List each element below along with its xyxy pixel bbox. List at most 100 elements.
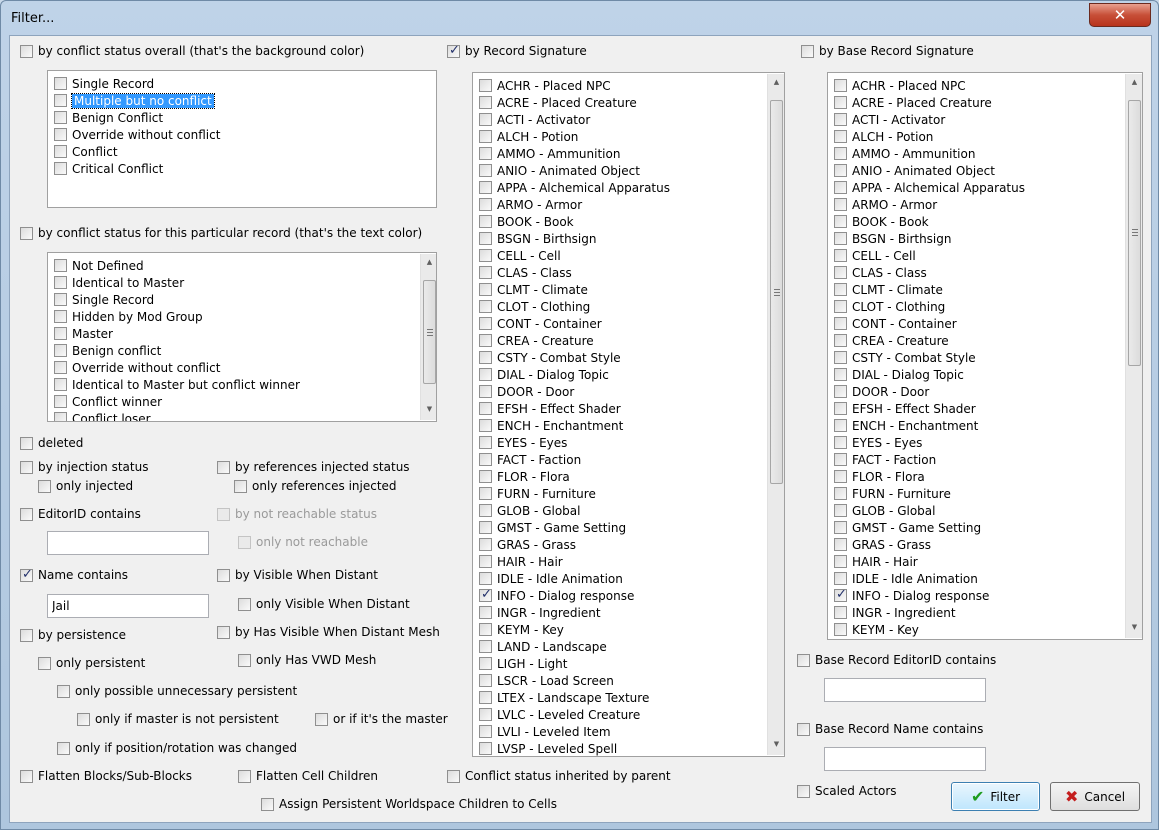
list-item[interactable]: FLOR - Flora xyxy=(479,468,570,485)
list-item[interactable]: ENCH - Enchantment xyxy=(479,417,623,434)
checkbox-box[interactable] xyxy=(479,453,492,466)
list-item[interactable]: FURN - Furniture xyxy=(479,485,596,502)
checkbox-box[interactable] xyxy=(479,266,492,279)
list-item[interactable]: DOOR - Door xyxy=(834,383,929,400)
checkbox-box[interactable] xyxy=(479,164,492,177)
checkbox-box[interactable] xyxy=(479,436,492,449)
checkbox-box[interactable] xyxy=(834,419,847,432)
checkbox-box[interactable] xyxy=(479,587,492,602)
list-item[interactable]: GRAS - Grass xyxy=(479,536,576,553)
checkbox-box[interactable] xyxy=(834,623,847,636)
list-item[interactable]: CLAS - Class xyxy=(834,264,927,281)
list-item[interactable]: INGR - Ingredient xyxy=(834,604,956,621)
list-item[interactable]: IDLE - Idle Animation xyxy=(479,570,623,587)
flatten-blocks-checkbox[interactable]: Flatten Blocks/Sub-Blocks xyxy=(20,769,192,783)
list-item[interactable]: Conflict loser xyxy=(54,410,151,421)
list-item[interactable]: ARMO - Armor xyxy=(834,196,937,213)
checkbox-box[interactable] xyxy=(479,368,492,381)
checkbox-box[interactable] xyxy=(834,436,847,449)
checkbox-box[interactable] xyxy=(54,361,67,374)
list-item[interactable]: DIAL - Dialog Topic xyxy=(834,366,964,383)
record-signature-list[interactable]: ACHR - Placed NPC ACRE - Placed Creature A… xyxy=(472,72,785,757)
list-item[interactable]: LVSP - Leveled Spell xyxy=(479,740,617,756)
checkbox-box[interactable] xyxy=(834,504,847,517)
checkbox-box[interactable] xyxy=(54,77,67,90)
checkbox-box[interactable] xyxy=(479,147,492,160)
list-item[interactable]: DIAL - Dialog Topic xyxy=(479,366,609,383)
checkbox-box[interactable] xyxy=(479,79,492,92)
scroll-down-arrow-icon[interactable]: ▼ xyxy=(768,736,784,753)
checkbox-box[interactable] xyxy=(479,691,492,704)
checkbox-box[interactable] xyxy=(834,317,847,330)
checkbox-box[interactable] xyxy=(479,538,492,551)
checkbox-box[interactable] xyxy=(479,504,492,517)
checkbox-box[interactable] xyxy=(54,145,67,158)
list-item[interactable]: ACRE - Placed Creature xyxy=(479,94,637,111)
checkbox-box[interactable] xyxy=(479,113,492,126)
list-item[interactable]: BSGN - Birthsign xyxy=(479,230,597,247)
checkbox-box[interactable] xyxy=(479,402,492,415)
checkbox-box[interactable] xyxy=(479,521,492,534)
list-item[interactable]: Override without conflict xyxy=(54,359,220,376)
list-item[interactable]: KEYM - Key xyxy=(834,621,919,638)
list-item[interactable]: ENCH - Enchantment xyxy=(834,417,978,434)
checkbox-box[interactable] xyxy=(834,351,847,364)
visible-when-distant-checkbox[interactable]: by Visible When Distant xyxy=(217,568,378,582)
checkbox-box[interactable] xyxy=(834,198,847,211)
scroll-up-arrow-icon[interactable]: ▲ xyxy=(1126,74,1142,91)
checkbox-box[interactable] xyxy=(834,606,847,619)
checkbox-box[interactable] xyxy=(834,215,847,228)
list-item[interactable]: APPA - Alchemical Apparatus xyxy=(479,179,670,196)
close-button[interactable]: ✕ xyxy=(1089,3,1151,27)
checkbox-box[interactable] xyxy=(834,181,847,194)
checkbox-box[interactable] xyxy=(834,453,847,466)
list-item[interactable]: CLMT - Climate xyxy=(834,281,943,298)
scaled-actors-checkbox[interactable]: Scaled Actors xyxy=(797,784,897,798)
list-item[interactable]: Hidden by Mod Group xyxy=(54,308,203,325)
checkbox-box[interactable] xyxy=(479,623,492,636)
checkbox-box[interactable] xyxy=(834,470,847,483)
list-item[interactable]: INFO - Dialog response xyxy=(479,587,634,604)
checkbox-box[interactable] xyxy=(834,300,847,313)
checkbox-box[interactable] xyxy=(834,130,847,143)
checkbox-box[interactable] xyxy=(54,293,67,306)
list-item[interactable]: Identical to Master xyxy=(54,274,184,291)
list-item[interactable]: CLOT - Clothing xyxy=(479,298,590,315)
checkbox-box[interactable] xyxy=(479,555,492,568)
list-item[interactable]: CREA - Creature xyxy=(834,332,949,349)
list-item[interactable]: ALCH - Potion xyxy=(834,128,933,145)
checkbox-box[interactable] xyxy=(834,249,847,262)
checkbox-box[interactable] xyxy=(479,300,492,313)
list-item[interactable]: ACHR - Placed NPC xyxy=(834,77,966,94)
only-has-vwd-mesh-checkbox[interactable]: only Has VWD Mesh xyxy=(238,653,376,667)
list-item[interactable]: EFSH - Effect Shader xyxy=(479,400,621,417)
list-item[interactable]: INGR - Ingredient xyxy=(479,604,601,621)
base-record-signature-scrollbar[interactable]: ▲ ▼ xyxy=(1125,74,1142,638)
editorid-contains-checkbox[interactable]: EditorID contains xyxy=(20,507,141,521)
name-input[interactable] xyxy=(47,594,209,618)
only-references-injected-checkbox[interactable]: only references injected xyxy=(234,479,397,493)
checkbox-box[interactable] xyxy=(54,162,67,175)
list-item[interactable]: HAIR - Hair xyxy=(479,553,563,570)
list-item[interactable]: LVLI - Leveled Item xyxy=(479,723,611,740)
deleted-checkbox[interactable]: deleted xyxy=(20,436,83,450)
checkbox-box[interactable] xyxy=(54,395,67,408)
cancel-button[interactable]: ✖ Cancel xyxy=(1050,782,1140,811)
list-item[interactable]: FURN - Furniture xyxy=(834,485,951,502)
checkbox-box[interactable] xyxy=(479,606,492,619)
checkbox-box[interactable] xyxy=(479,232,492,245)
checkbox-box[interactable] xyxy=(479,181,492,194)
checkbox-box[interactable] xyxy=(479,334,492,347)
list-item[interactable]: ACTI - Activator xyxy=(479,111,590,128)
list-item[interactable]: ACRE - Placed Creature xyxy=(834,94,992,111)
checkbox-box[interactable] xyxy=(54,310,67,323)
checkbox-box[interactable] xyxy=(834,113,847,126)
checkbox-box[interactable] xyxy=(479,674,492,687)
checkbox-box[interactable] xyxy=(834,368,847,381)
list-item[interactable]: Benign conflict xyxy=(54,342,161,359)
list-item[interactable]: ALCH - Potion xyxy=(479,128,578,145)
checkbox-box[interactable] xyxy=(479,215,492,228)
scroll-down-arrow-icon[interactable]: ▼ xyxy=(1126,619,1142,636)
scroll-up-arrow-icon[interactable]: ▲ xyxy=(768,74,784,91)
list-item[interactable]: Override without conflict xyxy=(54,126,220,143)
